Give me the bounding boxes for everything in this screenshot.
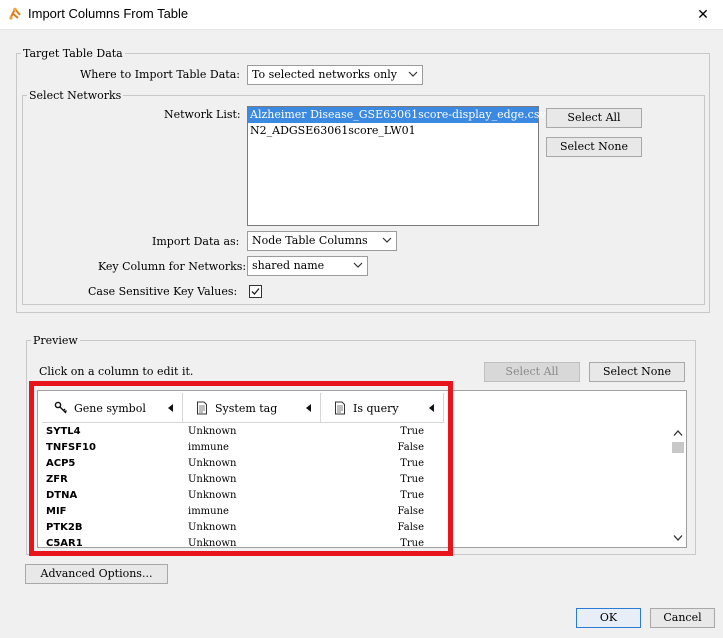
cancel-button[interactable]: Cancel: [650, 608, 715, 628]
network-list-item[interactable]: N2_ADGSE63061score_LW01: [248, 123, 538, 139]
cell-is-query: False: [397, 506, 424, 517]
column-header-is-query[interactable]: Is query: [321, 393, 444, 423]
preview-select-none-button[interactable]: Select None: [589, 362, 685, 382]
network-list-label: Network List:: [164, 108, 241, 121]
cell-system-tag: Unknown: [188, 490, 237, 501]
chevron-down-icon: [382, 237, 392, 243]
column-menu-arrow-icon[interactable]: [429, 404, 435, 412]
preview-select-all-button[interactable]: Select All: [484, 362, 580, 382]
table-row: TNFSF10 immune False: [38, 441, 448, 457]
key-icon: [54, 401, 67, 414]
window-title: Import Columns From Table: [28, 6, 189, 21]
column-header-gene-symbol[interactable]: Gene symbol: [42, 393, 183, 423]
cell-system-tag: Unknown: [188, 522, 237, 533]
advanced-options-button[interactable]: Advanced Options...: [25, 564, 168, 584]
select-none-networks-button[interactable]: Select None: [546, 137, 642, 157]
key-column-value: shared name: [252, 259, 325, 272]
column-header-system-tag[interactable]: System tag: [183, 393, 321, 423]
chevron-down-icon: [353, 262, 363, 268]
case-sensitive-checkbox[interactable]: [249, 285, 262, 298]
cell-is-query: True: [400, 458, 424, 469]
column-menu-arrow-icon[interactable]: [306, 404, 312, 412]
where-to-import-value: To selected networks only: [252, 68, 397, 81]
checkmark-icon: [251, 288, 260, 295]
cell-is-query: False: [397, 522, 424, 533]
table-row: C5AR1 Unknown True: [38, 537, 448, 547]
table-row: MIF immune False: [38, 505, 448, 521]
import-data-as-value: Node Table Columns: [252, 234, 368, 247]
chevron-down-icon: [408, 71, 418, 77]
preview-legend: Preview: [31, 334, 80, 347]
network-list-item[interactable]: Alzheimer Disease_GSE63061score-display_…: [248, 107, 546, 123]
select-all-networks-button[interactable]: Select All: [546, 108, 642, 128]
chevron-up-icon[interactable]: [673, 429, 683, 437]
where-to-import-select[interactable]: To selected networks only: [247, 65, 423, 85]
cell-system-tag: Unknown: [188, 426, 237, 437]
cell-is-query: True: [400, 538, 424, 547]
case-sensitive-label: Case Sensitive Key Values:: [88, 285, 238, 298]
cell-gene-symbol: MIF: [46, 506, 67, 517]
close-icon: ✕: [697, 7, 709, 23]
where-to-import-label: Where to Import Table Data:: [80, 68, 240, 81]
cell-system-tag: immune: [188, 506, 229, 517]
scrollbar-thumb[interactable]: [672, 442, 684, 453]
column-header-label: Is query: [353, 402, 399, 415]
key-column-label: Key Column for Networks:: [98, 260, 247, 273]
cell-gene-symbol: DTNA: [46, 490, 78, 501]
cell-is-query: False: [397, 442, 424, 453]
vertical-scrollbar[interactable]: [670, 426, 686, 546]
import-data-as-select[interactable]: Node Table Columns: [247, 231, 397, 251]
title-bar: Import Columns From Table ✕: [0, 0, 723, 30]
preview-table: Gene symbol System tag Is query SYTL4 Un…: [37, 390, 687, 548]
cell-gene-symbol: C5AR1: [46, 538, 83, 547]
cytoscape-app-icon: [9, 7, 21, 20]
column-header-label: Gene symbol: [74, 402, 146, 415]
document-icon: [197, 401, 207, 415]
table-row: DTNA Unknown True: [38, 489, 448, 505]
key-column-select[interactable]: shared name: [247, 256, 368, 276]
preview-hint: Click on a column to edit it.: [39, 365, 194, 378]
target-table-data-legend: Target Table Data: [21, 47, 125, 60]
network-list[interactable]: Alzheimer Disease_GSE63061score-display_…: [247, 106, 546, 226]
ok-button[interactable]: OK: [576, 608, 641, 628]
cell-gene-symbol: ACP5: [46, 458, 76, 469]
table-row: PTK2B Unknown False: [38, 521, 448, 537]
cell-gene-symbol: PTK2B: [46, 522, 83, 533]
cell-is-query: True: [400, 426, 424, 437]
column-menu-arrow-icon[interactable]: [168, 404, 174, 412]
cell-system-tag: Unknown: [188, 474, 237, 485]
chevron-down-icon[interactable]: [673, 534, 683, 542]
cell-is-query: True: [400, 490, 424, 501]
cell-system-tag: Unknown: [188, 458, 237, 469]
cell-system-tag: Unknown: [188, 538, 237, 547]
cell-gene-symbol: SYTL4: [46, 426, 81, 437]
cell-gene-symbol: TNFSF10: [46, 442, 96, 453]
import-data-as-label: Import Data as:: [152, 235, 240, 248]
cell-system-tag: immune: [188, 442, 229, 453]
table-row: SYTL4 Unknown True: [38, 425, 448, 441]
document-icon: [335, 401, 345, 415]
close-button[interactable]: ✕: [683, 0, 723, 30]
cell-gene-symbol: ZFR: [46, 474, 68, 485]
cell-is-query: True: [400, 474, 424, 485]
column-header-label: System tag: [215, 402, 278, 415]
table-row: ACP5 Unknown True: [38, 457, 448, 473]
select-networks-legend: Select Networks: [27, 89, 124, 102]
table-row: ZFR Unknown True: [38, 473, 448, 489]
